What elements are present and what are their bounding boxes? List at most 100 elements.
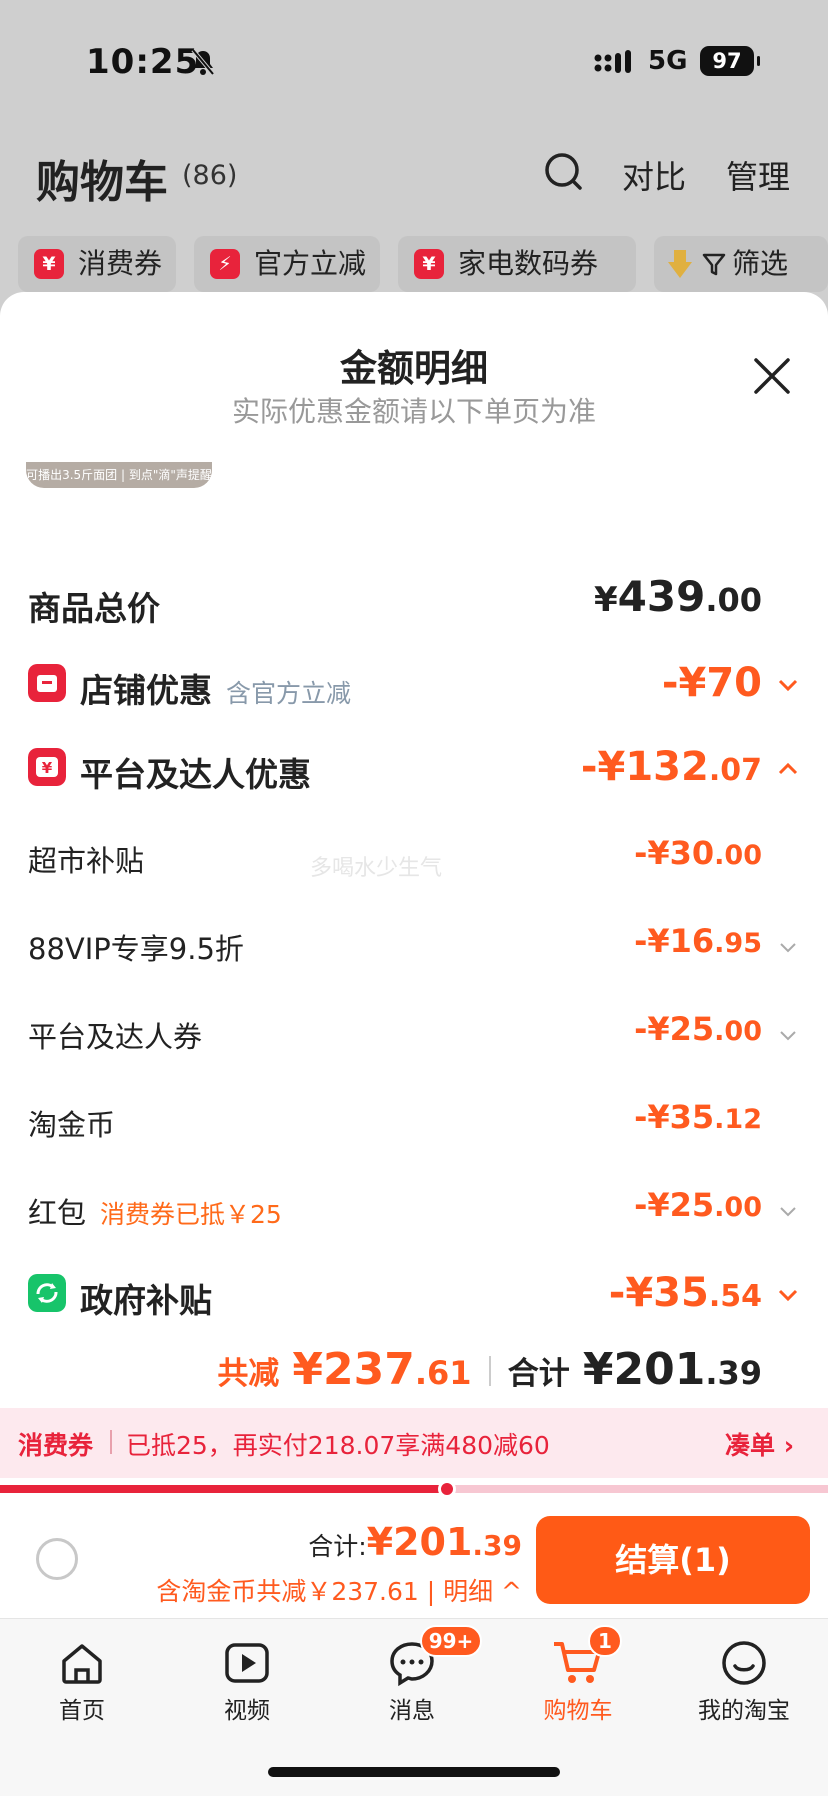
row-platform-discount[interactable]: ¥ 平台及达人优惠 -¥132.07 — [0, 738, 828, 798]
chevron-down-icon[interactable] — [778, 678, 798, 692]
chevron-down-icon[interactable] — [778, 1028, 798, 1042]
tab-label: 视频 — [224, 1698, 270, 1724]
close-icon[interactable] — [752, 356, 792, 396]
coupon-banner[interactable]: 消费券 已抵25，再实付218.07享满480减60 凑单 › — [0, 1408, 828, 1478]
search-icon[interactable] — [544, 150, 584, 194]
tab-cart[interactable]: 购物车 1 — [518, 1625, 638, 1725]
sheet-subtitle: 实际优惠金额请以下单页为准 — [231, 395, 596, 428]
row-total-price: 商品总价 ¥439.00 — [0, 572, 828, 632]
discount-detail-toggle[interactable]: 含淘金币共减￥237.61 | 明细 ^ — [156, 1572, 522, 1608]
row-amount: ¥439.00 — [593, 572, 762, 621]
banner-text: 已抵25，再实付218.07享满480减60 — [126, 1431, 550, 1460]
tab-home[interactable]: 首页 — [22, 1639, 142, 1725]
row-label: 红包 消费券已抵￥25 — [28, 1196, 282, 1230]
chevron-down-icon[interactable] — [778, 940, 798, 954]
total-reduce-label: 共减 — [217, 1356, 280, 1392]
row-amount: -¥16.95 — [634, 922, 762, 960]
row-amount: -¥35.12 — [634, 1098, 762, 1136]
signal-icon — [594, 50, 631, 73]
chip-label: 官方立减 — [254, 247, 367, 280]
amount-detail-sheet: 金额明细 实际优惠金额请以下单页为准 可播出3.5斤面团 | 到点"滴"声提醒 … — [0, 292, 828, 1796]
checkout-button[interactable]: 结算(1) — [536, 1516, 810, 1604]
chevron-down-icon[interactable] — [778, 1288, 798, 1302]
sum-label: 合计: — [308, 1532, 367, 1561]
row-label: 平台及达人优惠 — [80, 755, 311, 794]
filter-icon — [702, 253, 726, 276]
row-amount: -¥35.54 — [608, 1270, 762, 1316]
checkout-sum: 合计:¥201.39 — [308, 1520, 522, 1564]
filter-chips: ¥ 消费券 ⚡ 官方立减 ¥ 家电数码券 筛选 — [18, 236, 828, 292]
row-label: 平台及达人券 — [28, 1020, 203, 1054]
tab-label: 购物车 — [543, 1698, 613, 1724]
chip-label: 筛选 — [732, 247, 789, 280]
tab-video[interactable]: 视频 — [187, 1639, 307, 1725]
product-thumbnail: 可播出3.5斤面团 | 到点"滴"声提醒 — [26, 462, 212, 488]
row-amount: -¥25.00 — [634, 1186, 762, 1224]
row-red-packet[interactable]: 红包 消费券已抵￥25 -¥25.00 — [0, 1180, 828, 1240]
chip-label: 家电数码券 — [458, 247, 599, 280]
sort-arrow-icon — [668, 250, 692, 278]
chip-consumer-coupon[interactable]: ¥ 消费券 — [18, 236, 176, 292]
select-all-checkbox[interactable] — [36, 1538, 78, 1580]
row-shop-discount[interactable]: 店铺优惠 含官方立减 -¥70 — [0, 654, 828, 714]
row-amount: -¥70 — [661, 660, 762, 706]
page-title: 购物车 — [36, 157, 168, 208]
cart-count: (86) — [182, 160, 238, 191]
lightning-icon: ⚡ — [210, 249, 240, 279]
row-label: 淘金币 — [28, 1108, 116, 1142]
chip-label: 消费券 — [78, 247, 163, 280]
row-note: 含官方立减 — [226, 679, 352, 708]
row-amount: -¥30.00 — [634, 834, 762, 872]
coupon-icon: ¥ — [414, 249, 444, 279]
svg-text:¥: ¥ — [42, 759, 53, 777]
chevron-up-icon[interactable] — [778, 762, 798, 776]
total-sum-label: 合计 — [507, 1356, 570, 1392]
shop-icon — [28, 664, 66, 702]
banner-tag: 消费券 — [18, 1431, 94, 1460]
coupon-progress-bar — [0, 1485, 828, 1493]
home-indicator — [268, 1767, 560, 1777]
chip-filter[interactable]: 筛选 — [654, 236, 828, 292]
tab-label: 消息 — [389, 1698, 435, 1724]
row-label: 88VIP专享9.5折 — [28, 932, 244, 966]
profile-icon — [722, 1641, 766, 1685]
video-icon — [225, 1643, 269, 1683]
cart-badge: 1 — [588, 1625, 622, 1657]
network-type: 5G — [648, 46, 688, 76]
status-time: 10:25 — [86, 42, 200, 82]
battery-indicator: 97 — [700, 46, 760, 76]
divider — [488, 1356, 491, 1386]
row-vip-discount[interactable]: 88VIP专享9.5折 -¥16.95 — [0, 916, 828, 976]
status-bar: 10:25 5G 97 — [0, 38, 828, 88]
chip-appliance-coupon[interactable]: ¥ 家电数码券 — [398, 236, 636, 292]
coupon-icon: ¥ — [34, 249, 64, 279]
row-gov-subsidy[interactable]: 政府补贴 -¥35.54 — [0, 1264, 828, 1324]
compare-button[interactable]: 对比 — [622, 152, 686, 198]
banner-divider — [110, 1430, 112, 1454]
row-amount: -¥25.00 — [634, 1010, 762, 1048]
tab-label: 我的淘宝 — [698, 1698, 790, 1724]
chip-official-discount[interactable]: ⚡ 官方立减 — [194, 236, 380, 292]
message-badge: 99+ — [420, 1625, 482, 1657]
total-reduce-amount: ¥237.61 — [292, 1344, 472, 1395]
bell-muted-icon — [191, 48, 215, 76]
row-note: 消费券已抵￥25 — [100, 1200, 282, 1229]
tab-messages[interactable]: 消息 99+ — [352, 1625, 482, 1725]
sheet-title: 金额明细 — [340, 347, 488, 390]
bottom-tab-bar: 首页 视频 消息 99+ 购物车 1 我的淘宝 — [0, 1618, 828, 1796]
row-label: 政府补贴 — [80, 1281, 212, 1320]
tab-my-taobao[interactable]: 我的淘宝 — [684, 1639, 804, 1725]
manage-button[interactable]: 管理 — [726, 152, 790, 198]
row-market-subsidy: 超市补贴 -¥30.00 — [0, 828, 828, 888]
total-sum-amount: ¥201.39 — [582, 1344, 762, 1395]
gov-subsidy-icon — [28, 1274, 66, 1312]
tab-label: 首页 — [59, 1698, 105, 1724]
row-label: 商品总价 — [28, 589, 160, 628]
row-taojinbi: 淘金币 -¥35.12 — [0, 1092, 828, 1152]
row-label: 超市补贴 — [28, 844, 145, 878]
add-items-link[interactable]: 凑单 › — [725, 1426, 794, 1462]
row-platform-coupon[interactable]: 平台及达人券 -¥25.00 — [0, 1004, 828, 1064]
progress-dot — [438, 1480, 457, 1498]
home-icon — [62, 1644, 102, 1684]
chevron-down-icon[interactable] — [778, 1204, 798, 1218]
